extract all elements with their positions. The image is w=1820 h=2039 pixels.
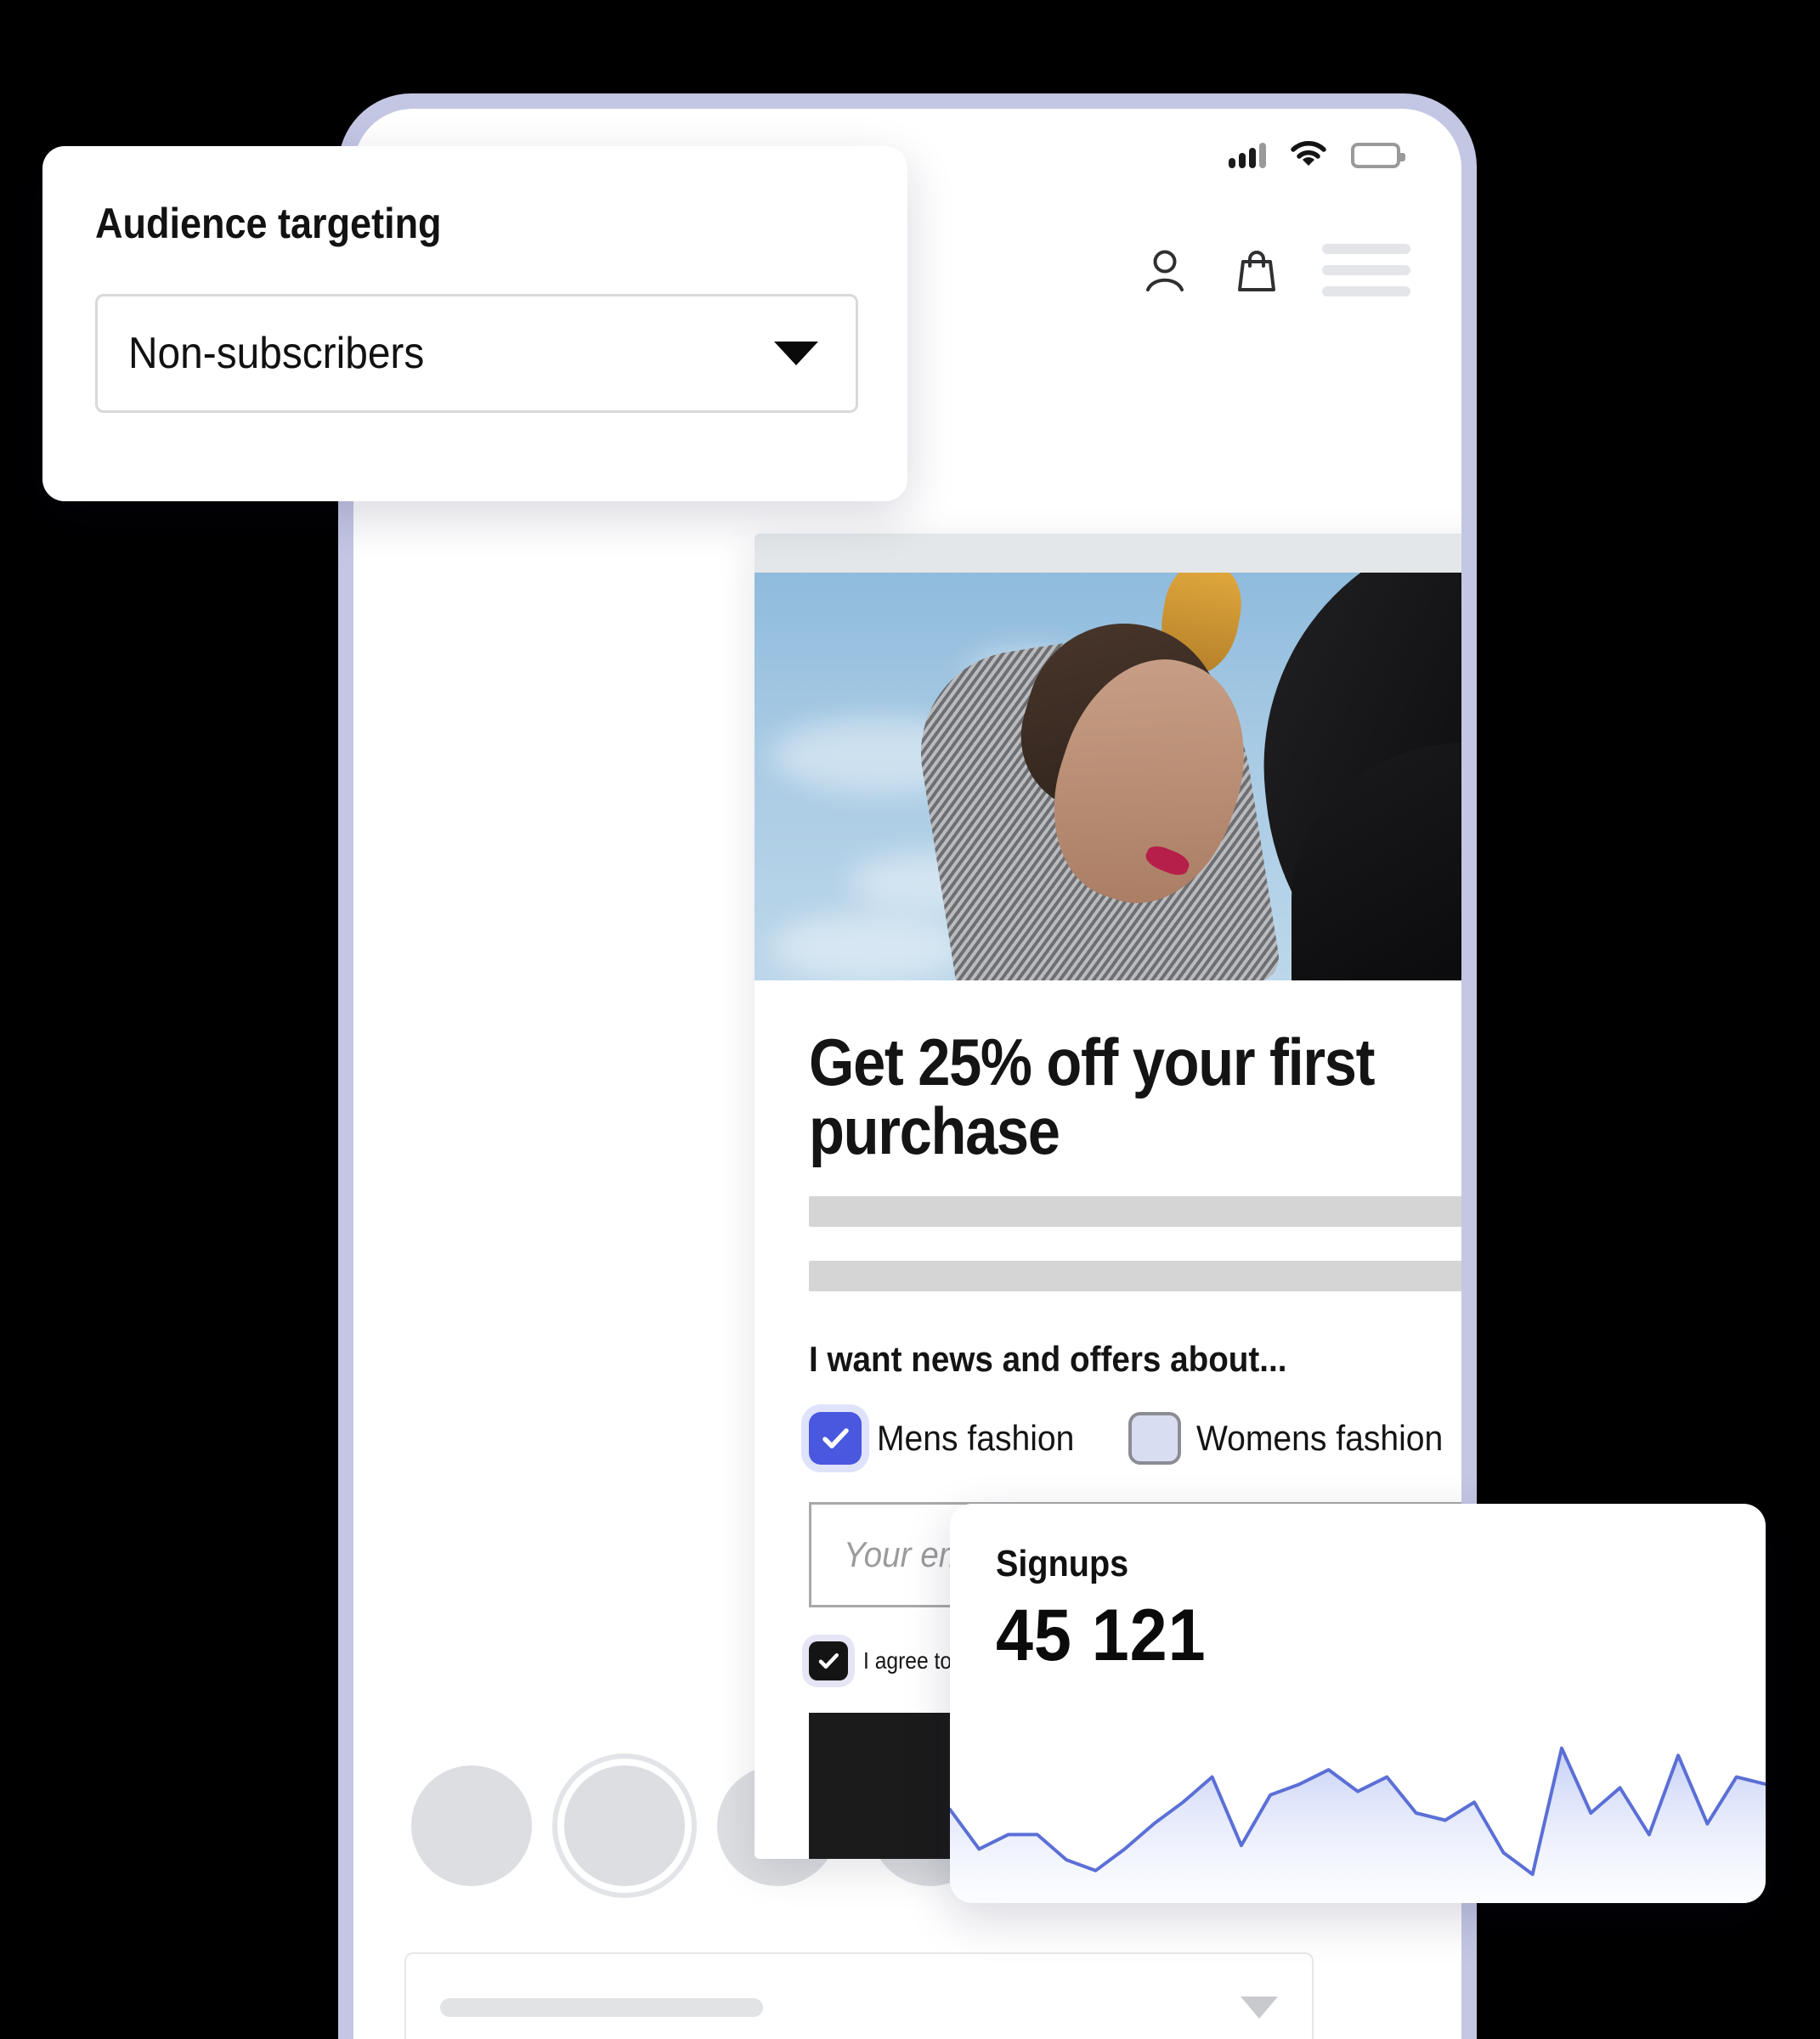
signal-bars-icon	[1229, 143, 1266, 168]
audience-targeting-title: Audience targeting	[95, 200, 442, 247]
preference-womens-fashion[interactable]: Womens fashion	[1128, 1412, 1461, 1466]
signups-sparkline-chart	[950, 1708, 1766, 1903]
avatar[interactable]	[564, 1765, 685, 1886]
chevron-down-icon[interactable]	[774, 342, 818, 365]
consent-checkbox-checked-icon[interactable]	[809, 1641, 848, 1681]
placeholder-bar	[440, 1998, 763, 2017]
popup-top-bar	[755, 534, 1461, 573]
signups-header: Signups 45 121	[950, 1504, 1766, 1678]
hamburger-menu-icon[interactable]	[1322, 244, 1410, 297]
preferences-row: Mens fashion Womens fashion Kids	[809, 1412, 1461, 1466]
hero-image	[755, 573, 1461, 980]
audience-targeting-card: Audience targeting Non-subscribers	[42, 146, 907, 501]
content-row-placeholder[interactable]	[404, 1952, 1314, 2039]
screenshot-stage: Get 25% off your first purchase I want n…	[0, 0, 1820, 2039]
signups-title: Signups	[996, 1543, 1129, 1584]
audience-select[interactable]: Non-subscribers	[95, 294, 858, 413]
body-text-placeholder	[809, 1196, 1461, 1228]
status-icons	[1229, 140, 1405, 172]
popup-title: Get 25% off your first purchase	[809, 1025, 1375, 1169]
battery-icon	[1351, 143, 1405, 168]
preference-label: Mens fashion	[877, 1418, 1075, 1459]
checkbox-unchecked-icon[interactable]	[1128, 1412, 1181, 1466]
signups-value: 45 121	[996, 1595, 1207, 1676]
person-icon[interactable]	[1139, 244, 1191, 297]
sparkline-svg	[950, 1746, 1766, 1903]
audience-select-value: Non-subscribers	[128, 329, 425, 378]
shopping-bag-icon[interactable]	[1230, 244, 1283, 297]
body-text-placeholder	[809, 1261, 1461, 1292]
wifi-icon	[1290, 140, 1327, 172]
preferences-label: I want news and offers about...	[809, 1339, 1287, 1380]
avatar[interactable]	[411, 1765, 532, 1886]
preference-mens-fashion[interactable]: Mens fashion	[809, 1412, 1089, 1466]
preference-label: Womens fashion	[1195, 1418, 1444, 1459]
checkbox-checked-icon[interactable]	[809, 1412, 862, 1466]
signups-card: Signups 45 121	[950, 1504, 1766, 1903]
chevron-down-icon[interactable]	[1241, 1997, 1278, 2019]
